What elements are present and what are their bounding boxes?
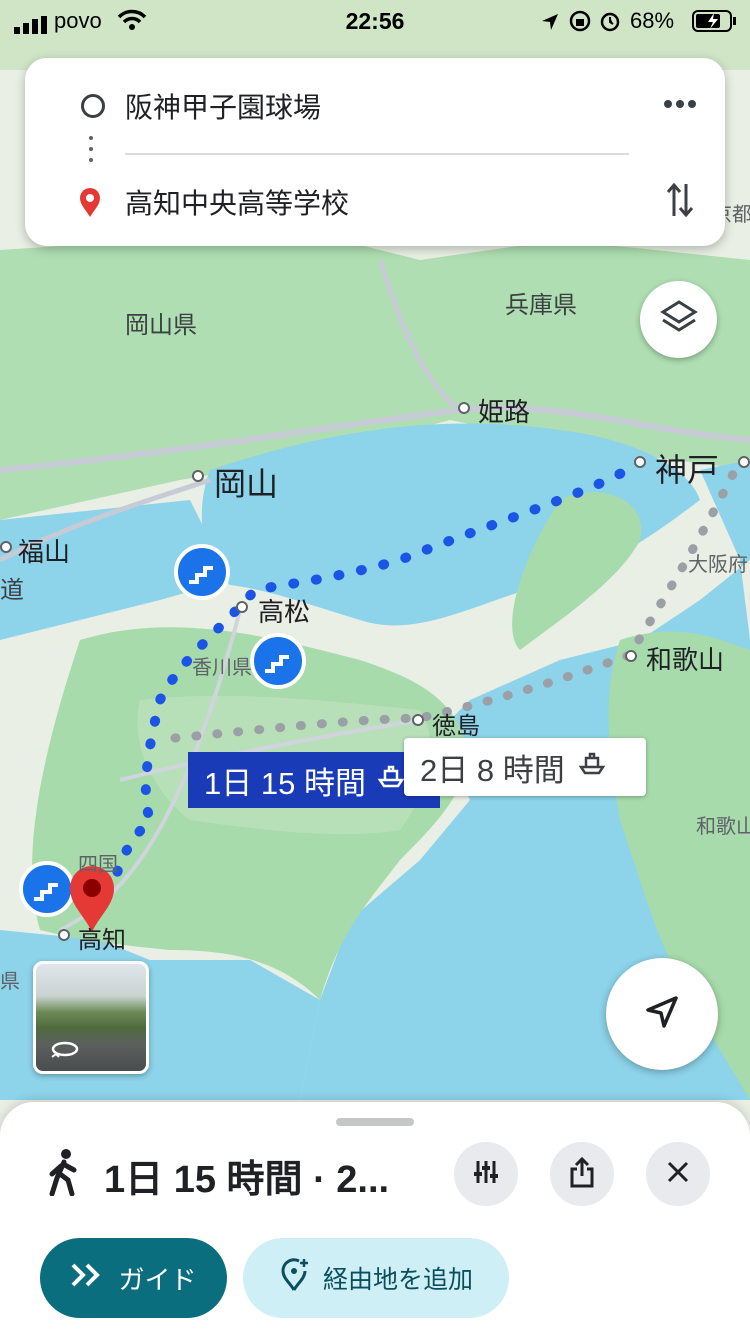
rotate-360-icon: [50, 1040, 80, 1063]
navigation-arrow-icon: [642, 992, 682, 1037]
share-icon: [569, 1156, 595, 1193]
stairs-icon[interactable]: [250, 633, 306, 689]
map-label-takamatsu: 高松: [258, 597, 311, 627]
sheet-handle[interactable]: [336, 1118, 414, 1126]
add-waypoint-button[interactable]: 経由地を追加: [243, 1238, 509, 1318]
origin-circle-icon: [81, 94, 105, 118]
map-label-okayama-pref: 岡山県: [125, 312, 197, 339]
ferry-icon: [376, 762, 406, 798]
map-label-hyogo-pref: 兵庫県: [505, 292, 577, 319]
battery-icon: [692, 10, 738, 38]
origin-field[interactable]: 阪神甲子園球場: [125, 86, 321, 126]
location-arrow-icon: [540, 12, 560, 38]
route-summary: 1日 15 時間 · 2...: [104, 1159, 390, 1201]
map-label-kobe: 神戸: [655, 452, 720, 488]
swap-icon[interactable]: [657, 176, 703, 224]
route-duration-active: 1日 15 時間: [204, 765, 366, 801]
street-view-thumbnail[interactable]: [33, 961, 149, 1074]
close-icon: [666, 1160, 690, 1189]
route-duration-alt: 2日 8 時間: [420, 752, 565, 788]
ferry-icon: [577, 749, 607, 785]
map-label-tokushima: 徳島: [432, 713, 480, 740]
rotation-lock-icon: [569, 10, 591, 38]
guide-button[interactable]: ガイド: [40, 1238, 227, 1318]
guide-label: ガイド: [118, 1264, 197, 1295]
map-label-okayama: 岡山: [214, 466, 279, 502]
add-location-icon: [279, 1257, 309, 1299]
battery-percent: 68%: [630, 8, 675, 33]
chevrons-right-icon: [70, 1262, 104, 1295]
sliders-icon: [472, 1158, 500, 1191]
close-button[interactable]: [646, 1142, 710, 1206]
divider: [125, 153, 629, 155]
route-dots-icon: [89, 136, 93, 169]
destination-field[interactable]: 高知中央高等学校: [125, 182, 349, 222]
map-label-osaka: 大阪府: [688, 554, 748, 576]
walking-icon: [46, 1148, 82, 1201]
route-label-alt[interactable]: 2日 8 時間: [404, 738, 646, 796]
route-options-button[interactable]: [454, 1142, 518, 1206]
map-label-kochi: 高知: [78, 927, 126, 954]
add-waypoint-label: 経由地を追加: [322, 1266, 473, 1294]
more-options-icon[interactable]: [655, 82, 705, 126]
layers-icon: [659, 299, 698, 340]
map-label-shikoku: 四国: [78, 854, 118, 876]
share-button[interactable]: [550, 1142, 614, 1206]
alarm-icon: [598, 10, 622, 38]
map-label-wakayama-pref: 和歌山: [696, 816, 750, 838]
route-label-active[interactable]: 1日 15 時間: [188, 752, 440, 808]
map-label-himeji: 姫路: [478, 397, 531, 427]
map-label-fukuyama: 福山: [18, 537, 71, 567]
layers-button[interactable]: [640, 281, 717, 358]
map-label-wakayama: 和歌山: [646, 645, 725, 675]
map-label-ken: 県: [0, 971, 20, 993]
map-label-do: 道: [0, 577, 24, 604]
destination-pin-icon: [78, 186, 102, 223]
stairs-icon[interactable]: [19, 861, 75, 917]
map-label-kagawa: 香川県: [192, 657, 252, 679]
directions-card: 阪神甲子園球場 高知中央高等学校: [25, 58, 725, 246]
recenter-button[interactable]: [606, 958, 718, 1070]
stairs-icon[interactable]: [174, 544, 230, 600]
status-bar: povo 22:56 68%: [0, 0, 750, 44]
